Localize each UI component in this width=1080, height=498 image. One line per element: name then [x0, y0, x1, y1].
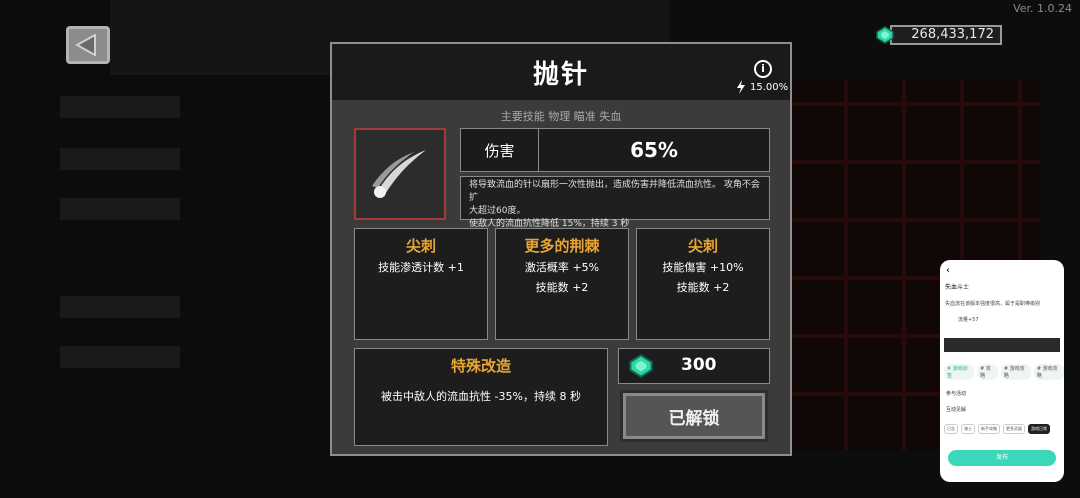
arrow-left-icon — [75, 34, 96, 56]
background-menu-item — [60, 148, 180, 170]
cooldown-value: 15.00% — [750, 81, 789, 93]
modifier-title: 更多的荆棘 — [524, 237, 600, 255]
modifier-line: 激活概率 +5% — [524, 261, 600, 274]
modifier-card-1[interactable]: 尖刺 技能渗透计数 +1 — [354, 228, 488, 340]
gem-icon — [876, 26, 894, 44]
phone-chip[interactable]: # 游戏标签 — [944, 364, 975, 380]
phone-tab[interactable]: 日志 — [944, 424, 958, 434]
damage-value: 65% — [630, 138, 678, 162]
special-title: 特殊改造 — [450, 357, 511, 375]
phone-chip[interactable]: # 攻略 — [977, 364, 998, 380]
phone-tab[interactable]: 更多武器 — [1003, 424, 1025, 434]
background-menu-item — [60, 198, 180, 220]
modal-header: 抛针 i 15.00% — [332, 44, 790, 100]
phone-row[interactable]: 互动见解 — [946, 406, 966, 413]
modifier-title: 尖刺 — [687, 237, 718, 255]
phone-text: 失血流在该版本强度很高，属于是职棒级别 — [945, 301, 1041, 307]
skill-detail-modal: 抛针 i 15.00% 主要技能 物理 瞄准 失血 伤害 65% 将导致流血的针… — [330, 42, 792, 456]
info-icon[interactable]: i — [754, 60, 772, 78]
special-modification: 特殊改造 被击中敌人的流血抗性 -35%，持续 8 秒 — [354, 348, 608, 446]
phone-tab[interactable]: 骑士 — [961, 424, 975, 434]
phone-text: 流量+57 — [958, 317, 979, 323]
phone-input-bar[interactable] — [944, 338, 1060, 352]
skill-icon-frame — [354, 128, 446, 220]
phone-tab[interactable]: 新手攻略 — [978, 424, 1000, 434]
back-button[interactable] — [66, 26, 110, 64]
modifier-line: 技能渗透计数 +1 — [378, 261, 464, 274]
modifier-line: 技能数 +2 — [676, 281, 730, 294]
background-menu-item — [60, 96, 180, 118]
phone-chip[interactable]: # 游戏攻略 — [1033, 364, 1064, 380]
background-menu-item — [60, 346, 180, 368]
phone-tabs: 日志 骑士 新手攻略 更多武器 游戏日常 — [944, 424, 1050, 434]
cost-value: 300 — [681, 355, 717, 375]
needle-throw-icon — [372, 150, 426, 198]
phone-title: 失血斗士 — [945, 284, 970, 291]
phone-tab[interactable]: 游戏日常 — [1028, 424, 1050, 434]
skill-title: 抛针 — [532, 60, 589, 90]
damage-stat: 伤害 65% — [460, 128, 770, 172]
currency-display: 268,433,172 — [876, 24, 1002, 46]
damage-label: 伤害 — [461, 129, 539, 171]
modifier-card-2[interactable]: 更多的荆棘 激活概率 +5% 技能数 +2 — [495, 228, 629, 340]
background-menu-item — [60, 296, 180, 318]
currency-amount: 268,433,172 — [890, 25, 1002, 45]
phone-row[interactable]: 参与活动 — [946, 390, 966, 397]
skill-tags: 主要技能 物理 瞄准 失血 — [500, 110, 622, 123]
version-label: Ver. 1.0.24 — [1013, 2, 1072, 15]
cooldown-stat: 15.00% — [736, 80, 788, 94]
unlock-cost: 300 — [618, 348, 770, 384]
lightning-icon — [737, 80, 745, 94]
modifier-card-3[interactable]: 尖刺 技能傷害 +10% 技能数 +2 — [636, 228, 770, 340]
phone-back-icon[interactable]: ‹ — [946, 265, 950, 276]
unlocked-button[interactable]: 已解锁 — [620, 390, 768, 442]
gem-icon — [629, 354, 653, 378]
description-line: 大超过60度。 — [469, 206, 526, 216]
modifier-title: 尖刺 — [405, 237, 436, 255]
phone-publish-button[interactable]: 发布 — [948, 450, 1056, 466]
special-line: 被击中敌人的流血抗性 -35%，持续 8 秒 — [381, 390, 581, 403]
phone-overlay: ‹ 失血斗士 失血流在该版本强度很高，属于是职棒级别 流量+57 # 游戏标签 … — [940, 260, 1064, 482]
modifier-line: 技能傷害 +10% — [662, 261, 744, 274]
skill-description: 将导致流血的针以扇形一次性抛出，造成伤害并降低流血抗性。 攻角不会扩 大超过60… — [460, 176, 770, 229]
phone-chips: # 游戏标签 # 攻略 # 游戏攻略 # 游戏攻略 — [944, 364, 1064, 380]
phone-chip[interactable]: # 游戏攻略 — [1000, 364, 1031, 380]
description-line: 将导致流血的针以扇形一次性抛出，造成伤害并降低流血抗性。 攻角不会扩 — [469, 180, 760, 203]
modifier-line: 技能数 +2 — [535, 281, 589, 294]
